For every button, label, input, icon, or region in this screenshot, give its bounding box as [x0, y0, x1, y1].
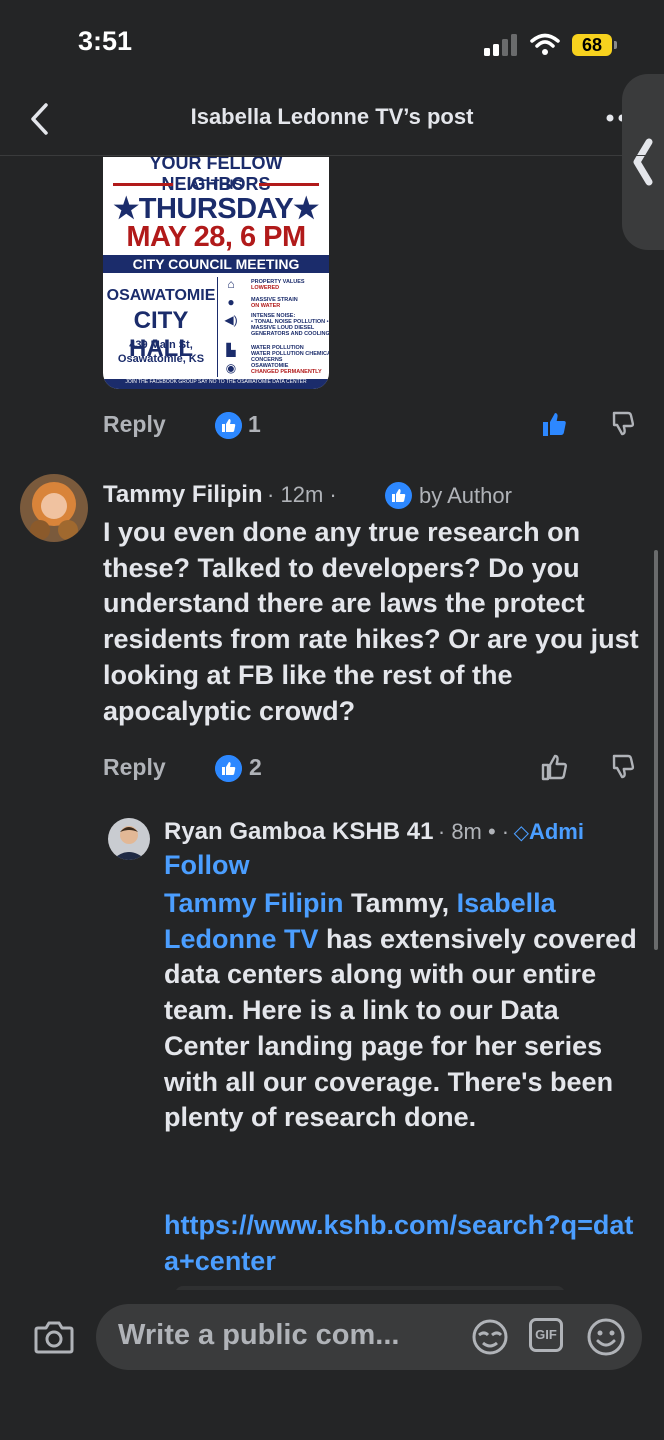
- flyer-item: PROPERTY VALUES LOWERED: [251, 279, 305, 291]
- flyer-item: OSAWATOMIE CHANGED PERMANENTLY: [251, 363, 322, 375]
- like-icon[interactable]: [540, 752, 570, 782]
- speaker-icon: ◀): [224, 313, 238, 327]
- flyer-addr2: Osawatomie, KS: [117, 353, 205, 365]
- side-panel-handle[interactable]: [622, 74, 664, 250]
- author-badge: by Author: [419, 483, 512, 508]
- status-time: 3:51: [78, 26, 133, 56]
- admin-badge: Admi: [528, 819, 584, 844]
- like-reaction-icon: [215, 412, 242, 439]
- panel-chevron-icon: [633, 138, 653, 186]
- comment-time: · 12m ·: [267, 482, 337, 507]
- flyer-place1: OSAWATOMIE: [106, 287, 216, 304]
- comment-body: I you even done any true research on the…: [103, 517, 639, 726]
- mention-link[interactable]: Tammy Filipin: [164, 888, 344, 918]
- flyer-item: MASSIVE STRAIN ON WATER: [251, 297, 298, 309]
- reply-button[interactable]: Reply: [103, 754, 166, 781]
- factory-icon: ▙: [226, 343, 236, 357]
- battery-tip: [614, 41, 617, 49]
- camera-icon[interactable]: [34, 1320, 74, 1356]
- flyer-addr1: 439 Main St,: [129, 339, 193, 351]
- house-icon: ⌂: [227, 277, 235, 291]
- dislike-icon[interactable]: [608, 752, 638, 782]
- flyer-divider: [217, 277, 218, 377]
- comment-author[interactable]: Ryan Gamboa KSHB 41: [164, 818, 433, 845]
- follow-button[interactable]: Follow: [164, 850, 249, 881]
- avatar-sticker-icon[interactable]: [470, 1317, 510, 1357]
- comment-body: Tammy Filipin Tammy, Isabella Ledonne TV…: [164, 888, 637, 1133]
- flyer-item: INTENSE NOISE: • TONAL NOISE POLLUTION • …: [251, 313, 329, 337]
- gif-icon[interactable]: GIF: [529, 1318, 563, 1352]
- like-icon[interactable]: [540, 409, 570, 439]
- scrollbar[interactable]: [654, 550, 658, 950]
- page-title: Isabella Ledonne TV’s post: [190, 104, 474, 129]
- url-link[interactable]: https://www.kshb.com/search?q=data+cente…: [164, 1208, 634, 1279]
- avatar[interactable]: [108, 818, 150, 860]
- battery-indicator: 68: [572, 34, 612, 56]
- reply-header: Ryan Gamboa KSHB 41 · 8m • · ◇Admi: [164, 818, 664, 846]
- flyer-item: WATER POLLUTION WATER POLLUTION CHEMICAL …: [251, 345, 329, 363]
- header-divider: [0, 155, 664, 156]
- like-reaction-icon: [215, 755, 242, 782]
- comment-image-flyer[interactable]: YOUR FELLOW NEIGHBORS AT THIS ★THURSDAY★…: [103, 157, 329, 389]
- avatar[interactable]: [20, 474, 88, 542]
- admin-diamond-icon: ◇: [513, 822, 529, 844]
- comment-input-placeholder: Write a public com...: [118, 1319, 400, 1351]
- wifi-icon: [530, 33, 560, 55]
- reply-button[interactable]: Reply: [103, 411, 166, 438]
- comment-author[interactable]: Tammy Filipin: [103, 481, 263, 508]
- location-pin-icon: ◉: [225, 361, 237, 375]
- flyer-band: CITY COUNCIL MEETING: [103, 255, 329, 273]
- like-count: 1: [248, 411, 261, 437]
- flyer-footer: JOIN THE FACEBOOK GROUP SAY NO TO THE OS…: [103, 379, 329, 389]
- flyer-line2: AT THIS: [189, 176, 243, 192]
- like-count: 2: [249, 754, 262, 780]
- cellular-signal-icon: [484, 34, 517, 56]
- emoji-icon[interactable]: [586, 1317, 626, 1357]
- dislike-icon[interactable]: [608, 409, 638, 439]
- water-drop-icon: ●: [227, 295, 235, 309]
- flyer-line4: MAY 28, 6 PM: [126, 221, 306, 253]
- comment-header: Tammy Filipin · 12m ·: [103, 481, 337, 509]
- author-like-badge-icon: [385, 482, 412, 509]
- comment-time: · 8m • ·: [437, 819, 510, 844]
